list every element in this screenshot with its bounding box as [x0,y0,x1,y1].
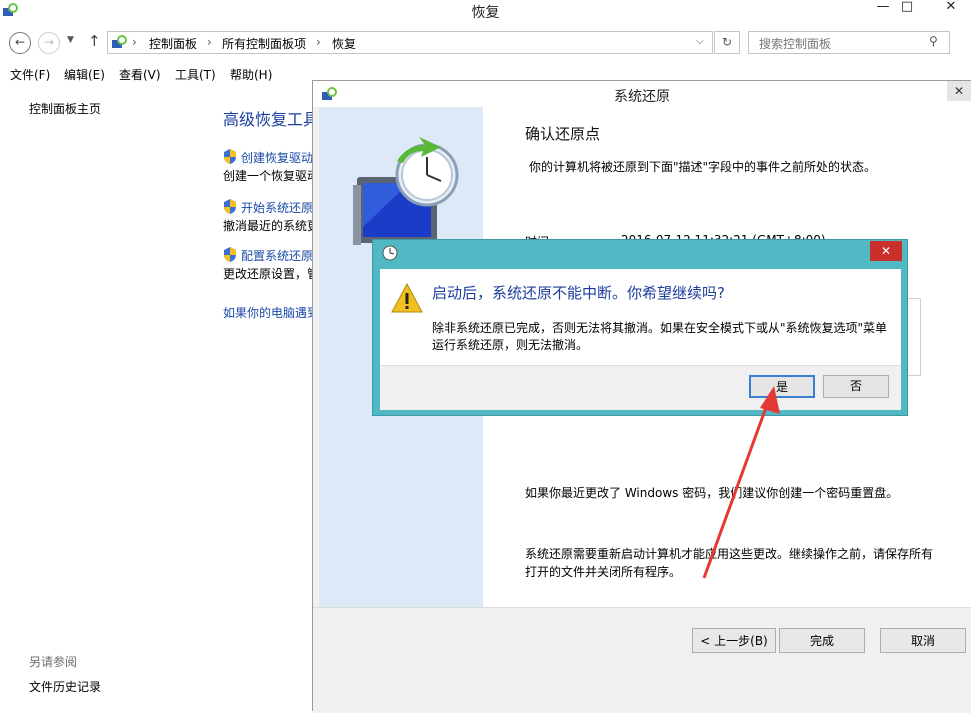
dialog-detail-line1: 除非系统还原已完成，否则无法将其撤消。如果在安全模式下或从"系统恢复选项"菜单 [432,321,888,335]
search-placeholder: 搜索控制面板 [759,37,832,51]
back-arrow-icon[interactable]: ← [9,32,31,54]
confirmation-dialog: ✕ 启动后，系统还原不能中断。你希望继续吗? 除非系统还原已完成，否则无法将其撤… [372,239,908,416]
shield-icon [224,149,236,164]
search-icon[interactable]: ⚲ [929,34,938,48]
breadcrumb-separator-icon: › [316,35,321,49]
breadcrumb-separator-icon: › [132,35,137,49]
dialog-body: 启动后，系统还原不能中断。你希望继续吗? 除非系统还原已完成，否则无法将其撤消。… [380,269,901,365]
wizard-button-bar: < 上一步(B) 完成 取消 [313,607,971,713]
dialog-question: 启动后，系统还原不能中断。你希望继续吗? [432,284,725,302]
menu-view[interactable]: 查看(V) [119,66,161,83]
dialog-detail-line2: 运行系统还原，则无法撤消。 [432,338,589,352]
control-panel-icon [112,35,127,48]
window-title: 恢复 [471,5,500,21]
address-dropdown-icon[interactable]: ⌵ [696,36,704,47]
wizard-close-button[interactable]: ✕ [947,81,971,101]
up-arrow-icon[interactable]: ↑ [88,32,101,50]
no-button[interactable]: 否 [823,375,889,398]
breadcrumb-control-panel[interactable]: 控制面板 [149,35,197,52]
dialog-close-button[interactable]: ✕ [870,241,902,261]
open-system-restore-link[interactable]: 开始系统还原 [241,199,313,216]
finish-button[interactable]: 完成 [779,628,865,653]
close-button[interactable]: ✕ [936,0,966,20]
system-restore-illustration-icon [353,137,459,245]
menu-file[interactable]: 文件(F) [10,66,50,83]
restore-description: 你的计算机将被还原到下面"描述"字段中的事件之前所处的状态。 [529,160,877,174]
cancel-button[interactable]: 取消 [880,628,966,653]
create-recovery-drive-link[interactable]: 创建恢复驱动 [241,149,313,166]
refresh-icon[interactable]: ↻ [714,31,740,54]
confirm-restore-heading: 确认还原点 [525,125,601,143]
dialog-button-bar: 是 否 [380,365,901,410]
wizard-titlebar: 系统还原 ✕ [313,81,971,107]
breadcrumb-separator-icon: › [207,35,212,49]
breadcrumb-all-items[interactable]: 所有控制面板项 [222,35,306,52]
recent-pages-chevron-icon[interactable]: ▼ [67,35,74,45]
restart-note-line2: 打开的文件并关闭所有程序。 [525,565,682,579]
control-panel-home-link[interactable]: 控制面板主页 [29,100,101,117]
menu-tools[interactable]: 工具(T) [175,66,216,83]
annotation-arrow-icon [702,386,780,579]
open-system-restore-desc: 撤消最近的系统更 [223,219,320,233]
window-titlebar: 恢复 — □ ✕ [0,0,971,22]
maximize-button[interactable]: □ [892,0,922,20]
shield-icon [224,199,236,214]
see-also-label: 另请参阅 [29,655,78,669]
address-bar[interactable]: › 控制面板 › 所有控制面板项 › 恢复 ⌵ [107,31,713,54]
configure-system-restore-link[interactable]: 配置系统还原 [241,247,313,264]
wizard-title: 系统还原 [614,89,670,105]
warning-icon [391,283,423,313]
forward-arrow-icon[interactable]: → [38,32,60,54]
search-input[interactable]: 搜索控制面板 ⚲ [748,31,950,54]
menu-help[interactable]: 帮助(H) [230,66,272,83]
file-history-link[interactable]: 文件历史记录 [29,678,101,695]
shield-icon [224,247,236,262]
system-restore-icon [382,245,398,261]
breadcrumb-recovery[interactable]: 恢复 [332,35,356,52]
create-recovery-drive-desc: 创建一个恢复驱动 [223,169,320,183]
menu-edit[interactable]: 编辑(E) [64,66,105,83]
back-button[interactable]: < 上一步(B) [692,628,776,653]
configure-system-restore-desc: 更改还原设置，管 [223,267,320,281]
page-heading: 高级恢复工具 [223,110,320,129]
pc-problems-link[interactable]: 如果你的电脑遇到 [223,304,319,321]
